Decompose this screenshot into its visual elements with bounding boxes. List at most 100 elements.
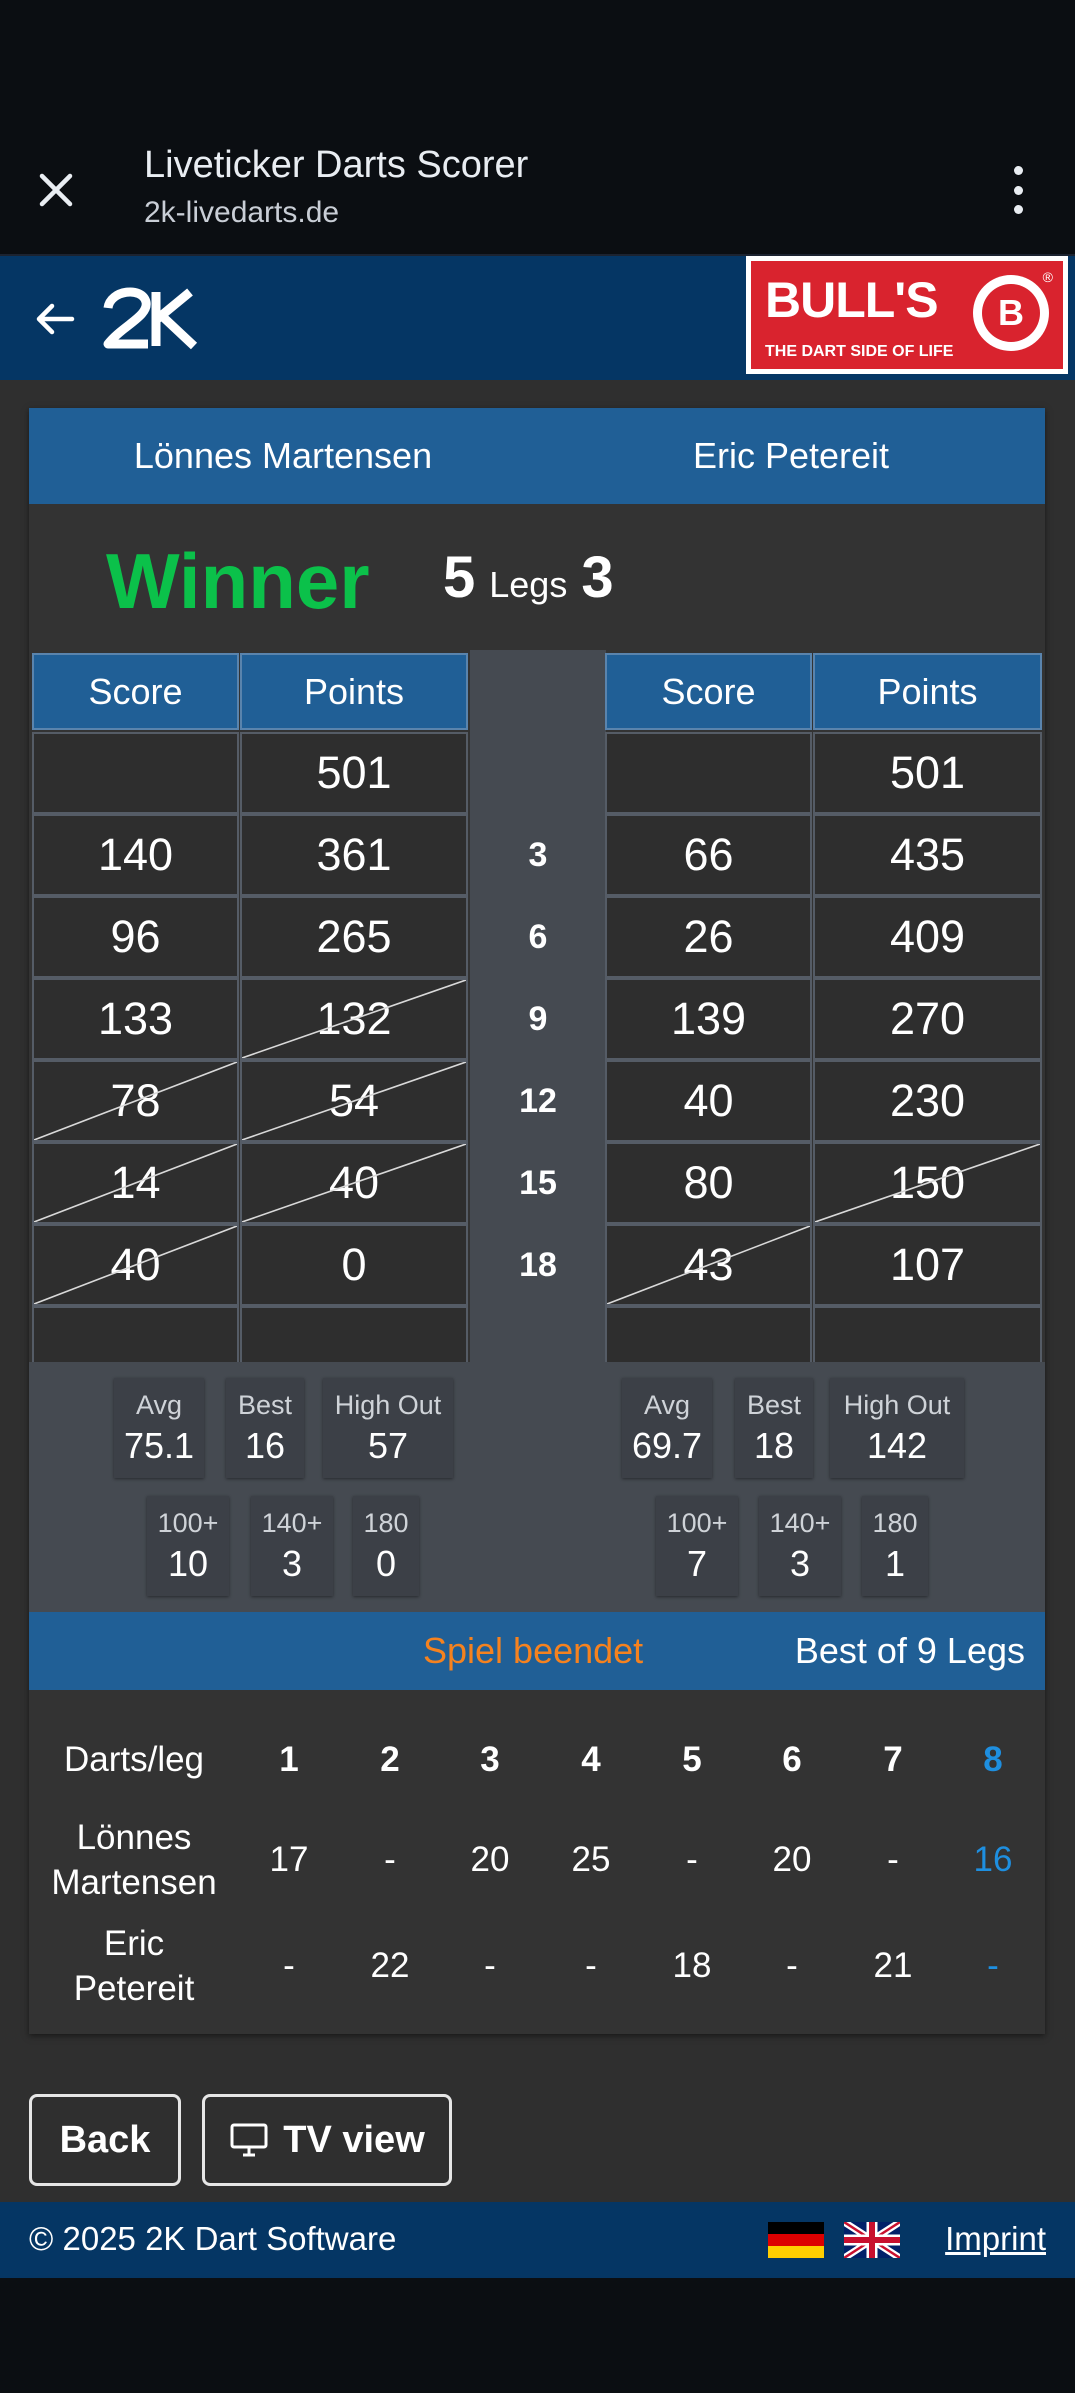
- leg-number: 7: [883, 1740, 903, 1780]
- close-icon[interactable]: [30, 164, 82, 216]
- player-names-bar: Lönnes Martensen Eric Petereit: [29, 408, 1045, 504]
- leg-number: 1: [279, 1740, 299, 1780]
- p2-score-cell: 66: [605, 814, 812, 896]
- p1-points-cell: 132: [240, 978, 468, 1060]
- round-number: 6: [528, 917, 548, 956]
- match-format: Best of 9 Legs: [794, 1630, 1025, 1671]
- winner-label: Winner: [106, 537, 370, 625]
- p1-stat-avg: Avg 75.1: [114, 1378, 204, 1478]
- round-number: 12: [519, 1081, 557, 1120]
- scoreboard-card: Lönnes Martensen Eric Petereit Winner 5 …: [29, 408, 1045, 2034]
- p2-darts-value: -: [484, 1946, 496, 1986]
- sponsor-name: BULL'S: [765, 272, 939, 328]
- darts-per-leg-header: Darts/leg: [63, 1740, 205, 1780]
- p2-points-value: 501: [889, 747, 966, 798]
- p1-score-cell: [32, 732, 239, 814]
- p2-points-value: 270: [889, 993, 966, 1044]
- leg-number: 8: [983, 1740, 1003, 1780]
- p2-darts-value: -: [987, 1946, 999, 1986]
- p2-stat-high-out: High Out 142: [830, 1378, 964, 1478]
- p1-stat-avg-value: 75.1: [123, 1425, 195, 1466]
- p2-darts-value: -: [786, 1946, 798, 1986]
- score-grid: Score Points Score Points 501 501 140 361 66 435 3…: [29, 650, 1045, 1368]
- round-number: 9: [528, 999, 548, 1038]
- p1-darts-value: 20: [772, 1840, 812, 1880]
- p1-stat-t180-value: 0: [375, 1543, 397, 1584]
- p2-stat-best-value: 18: [753, 1425, 795, 1466]
- player2-name: Eric Petereit: [692, 435, 890, 476]
- tv-view-button[interactable]: TV view: [202, 2094, 452, 2186]
- p2-stat-t180-value: 1: [884, 1543, 906, 1584]
- p2-score-cell: 139: [605, 978, 812, 1060]
- p2-score-cell: 40: [605, 1060, 812, 1142]
- p2-darts-value: -: [585, 1946, 597, 1986]
- p1-stat-t180-label: 180: [363, 1508, 409, 1538]
- back-button-label: Back: [59, 2118, 151, 2161]
- p2-score-value: 80: [683, 1157, 734, 1208]
- page-url: 2k-livedarts.de: [144, 196, 340, 229]
- p2-points-value: 150: [889, 1157, 966, 1208]
- p2-row-name: Eric Petereit: [34, 1918, 234, 2014]
- p1-score-value: 140: [97, 829, 174, 880]
- p2-darts-value: -: [283, 1946, 295, 1986]
- leg-number: 5: [682, 1740, 702, 1780]
- p1-darts-value: 17: [269, 1840, 309, 1880]
- p2-stat-high-out-label: High Out: [843, 1390, 951, 1420]
- p2-score-value: 40: [683, 1075, 734, 1126]
- p2-points-value: 107: [889, 1239, 966, 1290]
- more-options-icon[interactable]: [1000, 160, 1036, 220]
- p1-points-cell: 54: [240, 1060, 468, 1142]
- p2-points-cell: 270: [813, 978, 1042, 1060]
- round-number: [470, 732, 606, 814]
- page-title: Liveticker Darts Scorer: [144, 144, 529, 186]
- p1-stat-high-out-label: High Out: [334, 1390, 442, 1420]
- p1-row-name: Lönnes Martensen: [34, 1812, 234, 1908]
- leg-number: 2: [380, 1740, 400, 1780]
- p2-stat-avg-label: Avg: [643, 1390, 691, 1420]
- bullseye-icon: B: [973, 275, 1049, 351]
- p2-darts-value: 18: [672, 1946, 712, 1986]
- leg-number: 6: [782, 1740, 802, 1780]
- p1-score-value: 14: [110, 1157, 161, 1208]
- uk-flag-icon[interactable]: [842, 2219, 902, 2261]
- app-header: BULL'S THE DART SIDE OF LIFE B ®: [0, 256, 1075, 380]
- p2-score-value: 66: [683, 829, 734, 880]
- stats-panel: Avg 75.1 Best 16 High Out 57 100+ 10 140+ 3 180 0 Av…: [29, 1362, 1045, 1612]
- footer: © 2025 2K Dart Software Imprint: [0, 2202, 1075, 2278]
- p1-darts-value: 25: [571, 1840, 611, 1880]
- p2-score-cell: [605, 732, 812, 814]
- back-button[interactable]: Back: [29, 2094, 181, 2186]
- p2-score-header: Score: [605, 653, 812, 730]
- p1-row-name-line1: Lönnes: [76, 1817, 192, 1857]
- p1-stat-best-label: Best: [237, 1390, 293, 1420]
- p2-score-value: 43: [683, 1239, 734, 1290]
- sponsor-tagline: THE DART SIDE OF LIFE: [765, 343, 954, 360]
- p2-points-value: 409: [889, 911, 966, 962]
- 2k-logo-icon[interactable]: [102, 280, 202, 358]
- p2-row-name-line1: Eric: [103, 1923, 165, 1963]
- p2-stat-t180: 180 1: [862, 1496, 928, 1596]
- back-arrow-icon[interactable]: [28, 292, 82, 346]
- round-number: [470, 1306, 606, 1368]
- p2-points-cell: 107: [813, 1224, 1042, 1306]
- sponsor-logo[interactable]: BULL'S THE DART SIDE OF LIFE B ®: [746, 256, 1068, 374]
- registered-mark: ®: [1042, 269, 1053, 285]
- p1-points-value: 0: [341, 1239, 367, 1290]
- p2-points-cell: 409: [813, 896, 1042, 978]
- p1-score-value: 133: [97, 993, 174, 1044]
- german-flag-icon[interactable]: [768, 2222, 824, 2258]
- p2-stat-t100: 100+ 7: [656, 1496, 738, 1596]
- p1-points-value: 361: [316, 829, 392, 880]
- p1-darts-value: -: [384, 1840, 396, 1880]
- p1-points-cell: [240, 1306, 468, 1368]
- p1-score-header: Score: [32, 653, 239, 730]
- p2-stat-avg: Avg 69.7: [622, 1378, 712, 1478]
- p1-score-cell: 96: [32, 896, 239, 978]
- p1-points-value: 132: [316, 993, 392, 1044]
- player1-name: Lönnes Martensen: [133, 435, 433, 476]
- p1-score-cell: 40: [32, 1224, 239, 1306]
- p1-points-value: 501: [316, 747, 392, 798]
- p1-points-value: 40: [328, 1157, 380, 1208]
- p1-points-value: 54: [328, 1075, 380, 1126]
- imprint-link[interactable]: Imprint: [945, 2220, 1046, 2258]
